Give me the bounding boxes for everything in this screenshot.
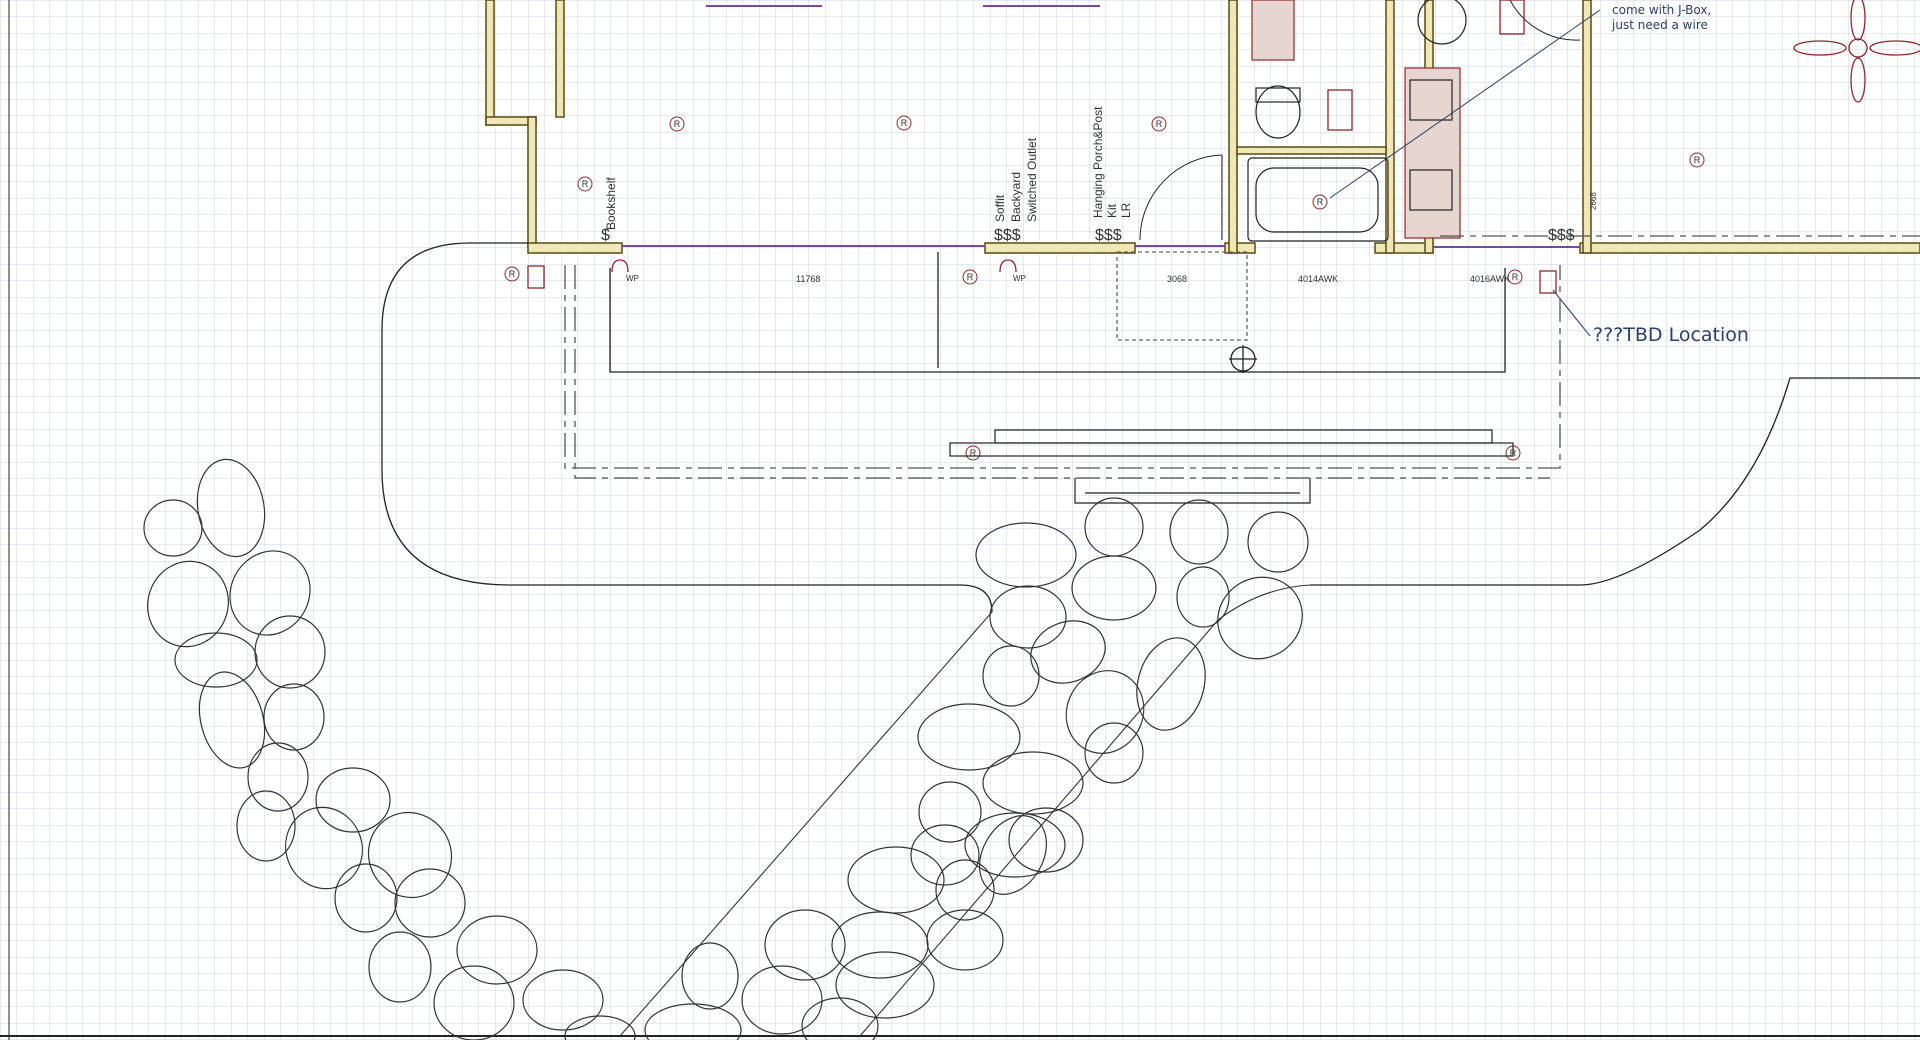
label-lr: LR (1119, 202, 1133, 218)
label-soffit: Soffit (993, 194, 1007, 222)
label-backyard: Backyard (1009, 172, 1023, 222)
receptacle-label: R (1512, 272, 1519, 282)
receptacle-label: R (967, 272, 974, 282)
tbd-location-label: ???TBD Location (1593, 324, 1749, 346)
switch-group-porch: $$$ (1095, 227, 1122, 244)
label-hanging-porch: Hanging Porch&Post (1091, 106, 1105, 218)
receptacle-label: R (582, 179, 589, 189)
tag-4016: 4016AWK (1470, 274, 1510, 284)
tag-11768: 11768 (796, 274, 820, 284)
switch-group-backyard: $$$ (994, 227, 1021, 244)
label-switched-outlet: Switched Outlet (1025, 137, 1039, 222)
receptacle-label: R (674, 119, 681, 129)
receptacle-label: R (1317, 197, 1324, 207)
tag-3068: 3068 (1167, 274, 1187, 284)
receptacle-label: R (1156, 119, 1163, 129)
receptacle-label: R (901, 118, 908, 128)
grid-background (0, 0, 1920, 1040)
tag-4014: 4014AWK (1298, 274, 1338, 284)
floor-plan-canvas[interactable]: R R R R R R R R R R R $$$ $$$ $$$ $ Book… (0, 0, 1920, 1040)
label-2668: 2668 (1589, 192, 1598, 210)
callout-line-1: come with J-Box, (1612, 3, 1711, 17)
vanity-sink (1251, 0, 1295, 61)
label-kit: Kit (1105, 203, 1119, 218)
tag-wp-1: WP (626, 274, 639, 283)
tag-wp-2: WP (1013, 274, 1026, 283)
label-bookshelf: Bookshelf (604, 177, 618, 230)
receptacle-label: R (509, 269, 516, 279)
callout-line-2: just need a wire (1611, 18, 1708, 32)
receptacle-label: R (1694, 155, 1701, 165)
